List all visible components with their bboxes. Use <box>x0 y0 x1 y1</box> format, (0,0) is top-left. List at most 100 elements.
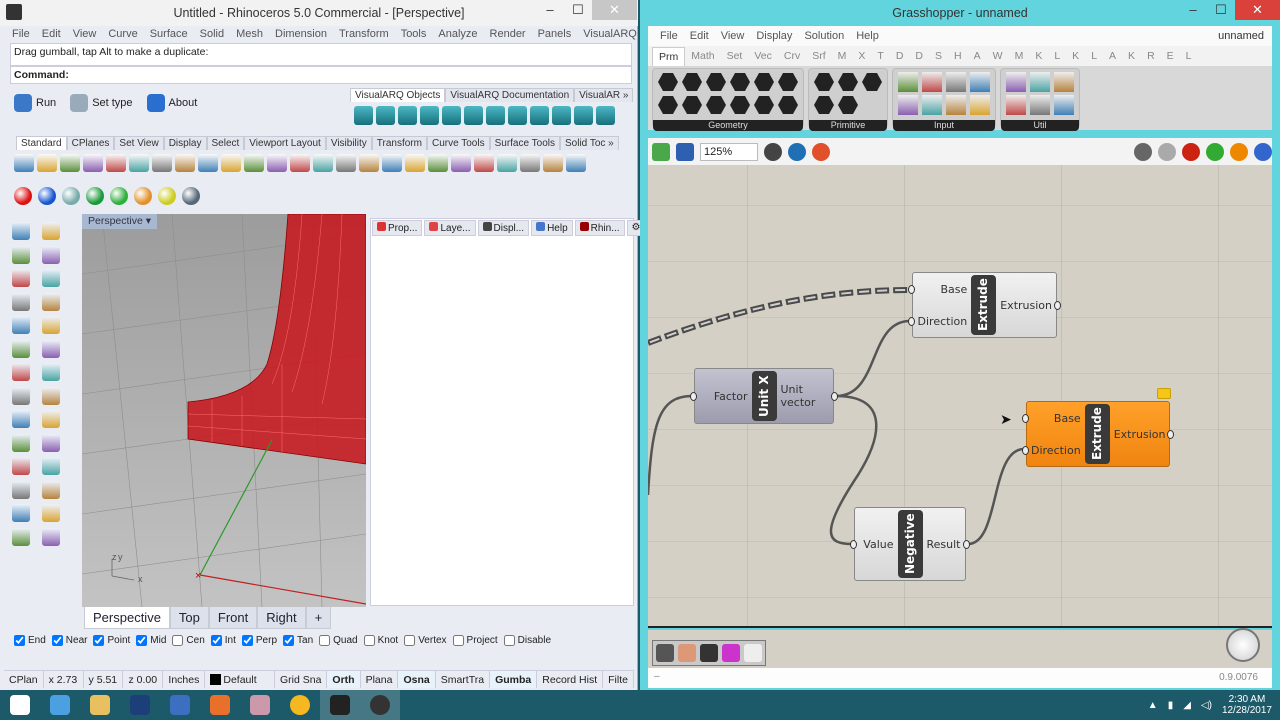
grid-icon[interactable] <box>359 154 379 172</box>
undo-icon[interactable] <box>198 154 218 172</box>
extrude-component-selected[interactable]: Base Direction Extrude Extrusion <box>1022 401 1174 467</box>
gh-tab-l[interactable]: L <box>1180 47 1198 65</box>
osnap-checkbox[interactable] <box>14 635 25 646</box>
cut-icon[interactable] <box>129 154 149 172</box>
generic-param-icon[interactable] <box>862 73 882 91</box>
cone-icon[interactable] <box>134 187 152 205</box>
gh-tab-m[interactable]: M <box>832 47 853 65</box>
geometry-icon[interactable] <box>658 73 678 91</box>
obs-taskbar-button[interactable] <box>360 690 400 720</box>
material-icon[interactable] <box>1230 142 1248 161</box>
viewport-tab-perspective[interactable]: Perspective <box>84 607 170 629</box>
osnap-tan[interactable]: Tan <box>283 635 313 646</box>
lock-icon[interactable] <box>497 154 517 172</box>
tab-solid-toc-[interactable]: Solid Toc » <box>560 136 619 150</box>
osnap-perp[interactable]: Perp <box>241 635 277 646</box>
menu-tools[interactable]: Tools <box>395 26 433 42</box>
box-icon[interactable] <box>12 363 30 381</box>
circle-param-icon[interactable] <box>682 73 702 91</box>
beam-icon[interactable] <box>398 106 417 125</box>
zoom-selected-icon[interactable] <box>336 154 356 172</box>
osnap-end[interactable]: End <box>14 635 46 646</box>
rotate-view-icon[interactable] <box>244 154 264 172</box>
status-toggle-osna[interactable]: Osna <box>398 671 436 688</box>
group-icon[interactable] <box>12 457 30 475</box>
array-icon[interactable] <box>42 433 60 452</box>
gh-tab-srf[interactable]: Srf <box>806 47 831 65</box>
maximize-button[interactable]: ☐ <box>564 0 592 20</box>
gh-tab-crv[interactable]: Crv <box>778 47 806 65</box>
viewport-title[interactable]: Perspective ▾ <box>82 214 158 229</box>
minimize-button[interactable]: – <box>1179 0 1207 20</box>
paste-icon[interactable] <box>175 154 195 172</box>
car-icon[interactable] <box>382 154 402 172</box>
osnap-checkbox[interactable] <box>93 635 105 646</box>
gh-tab-prm[interactable]: Prm <box>652 46 686 66</box>
network-taskbar-button[interactable] <box>160 690 200 720</box>
sphere-icon[interactable] <box>566 154 586 172</box>
sphere-solid-icon[interactable] <box>42 363 60 381</box>
gh-menu-help[interactable]: Help <box>850 28 885 44</box>
properties-icon[interactable] <box>42 504 60 522</box>
extrude-component[interactable]: Base Direction Extrude Extrusion <box>908 272 1061 338</box>
print-icon[interactable] <box>83 154 103 172</box>
paint-taskbar-button[interactable] <box>240 690 280 720</box>
gh-tab-math[interactable]: Math <box>685 47 720 65</box>
command-input[interactable] <box>72 69 628 81</box>
gh-tab-vec[interactable]: Vec <box>748 47 778 65</box>
menu-dimension[interactable]: Dimension <box>269 26 333 42</box>
osnap-quad[interactable]: Quad <box>319 635 358 646</box>
navigation-compass-icon[interactable] <box>1226 628 1260 662</box>
zoom-window-icon[interactable] <box>290 154 310 172</box>
output-extrusion[interactable]: Extrusion <box>1000 299 1052 312</box>
panel-icon[interactable] <box>898 72 918 92</box>
integer-param-icon[interactable] <box>838 73 858 91</box>
gh-tab-k[interactable]: K <box>1029 47 1048 65</box>
cherry-icon[interactable] <box>1006 72 1026 92</box>
minimize-button[interactable]: – <box>536 0 564 20</box>
boolean-param-icon[interactable] <box>814 73 834 91</box>
door-icon[interactable] <box>442 106 461 125</box>
gh-menu-edit[interactable]: Edit <box>684 28 715 44</box>
save-icon[interactable] <box>676 142 694 161</box>
sphere-preview-icon[interactable] <box>1254 142 1272 161</box>
menu-edit[interactable]: Edit <box>36 26 67 42</box>
number-param-icon[interactable] <box>814 96 834 114</box>
gh-menu-display[interactable]: Display <box>750 28 798 44</box>
status-toggle-filte[interactable]: Filte <box>603 671 634 688</box>
open-file-icon[interactable] <box>652 142 670 161</box>
volume-icon[interactable]: ◁) <box>1201 700 1212 711</box>
preview-off-icon[interactable] <box>1134 142 1152 161</box>
osnap-near[interactable]: Near <box>51 635 87 646</box>
osnap-vertex[interactable]: Vertex <box>404 635 447 646</box>
port-extrusion[interactable] <box>1054 301 1061 310</box>
boolean-icon[interactable] <box>12 410 30 428</box>
gh-tab-r[interactable]: R <box>1141 47 1161 65</box>
point-param-icon[interactable] <box>658 96 678 114</box>
gradient-icon[interactable] <box>970 72 990 92</box>
osnap-checkbox[interactable] <box>452 635 464 646</box>
input-direction[interactable]: Direction <box>1031 444 1081 457</box>
red-extrusion-surface[interactable] <box>187 214 366 465</box>
group-label[interactable]: Input <box>893 120 995 131</box>
show-hidden-icons[interactable]: ▲ <box>1148 700 1158 711</box>
element-icon[interactable] <box>596 106 615 125</box>
line-param-icon[interactable] <box>754 73 774 91</box>
panel-tab-1[interactable]: Laye... <box>424 220 476 236</box>
gh-tab-k[interactable]: K <box>1122 47 1141 65</box>
run-button[interactable]: Run <box>14 94 56 112</box>
explode-icon[interactable] <box>42 457 60 475</box>
tab-set-view[interactable]: Set View <box>114 136 164 150</box>
rhino-taskbar-button[interactable] <box>320 690 360 720</box>
panel-tab-2[interactable]: Displ... <box>477 220 530 236</box>
gh-tab-a[interactable]: A <box>1103 47 1122 65</box>
gh-canvas[interactable]: Base Direction Extrude Extrusion Factor U… <box>648 165 1272 628</box>
tab-viewport-layout[interactable]: Viewport Layout <box>244 136 326 150</box>
gh-tab-e[interactable]: E <box>1161 47 1180 65</box>
wall-icon[interactable] <box>354 106 373 125</box>
input-direction[interactable]: Direction <box>918 315 968 328</box>
ball-icon[interactable] <box>1054 72 1074 92</box>
panel-tab-0[interactable]: Prop... <box>372 220 423 236</box>
about-button[interactable]: About <box>146 94 197 112</box>
osnap-checkbox[interactable] <box>283 635 295 646</box>
